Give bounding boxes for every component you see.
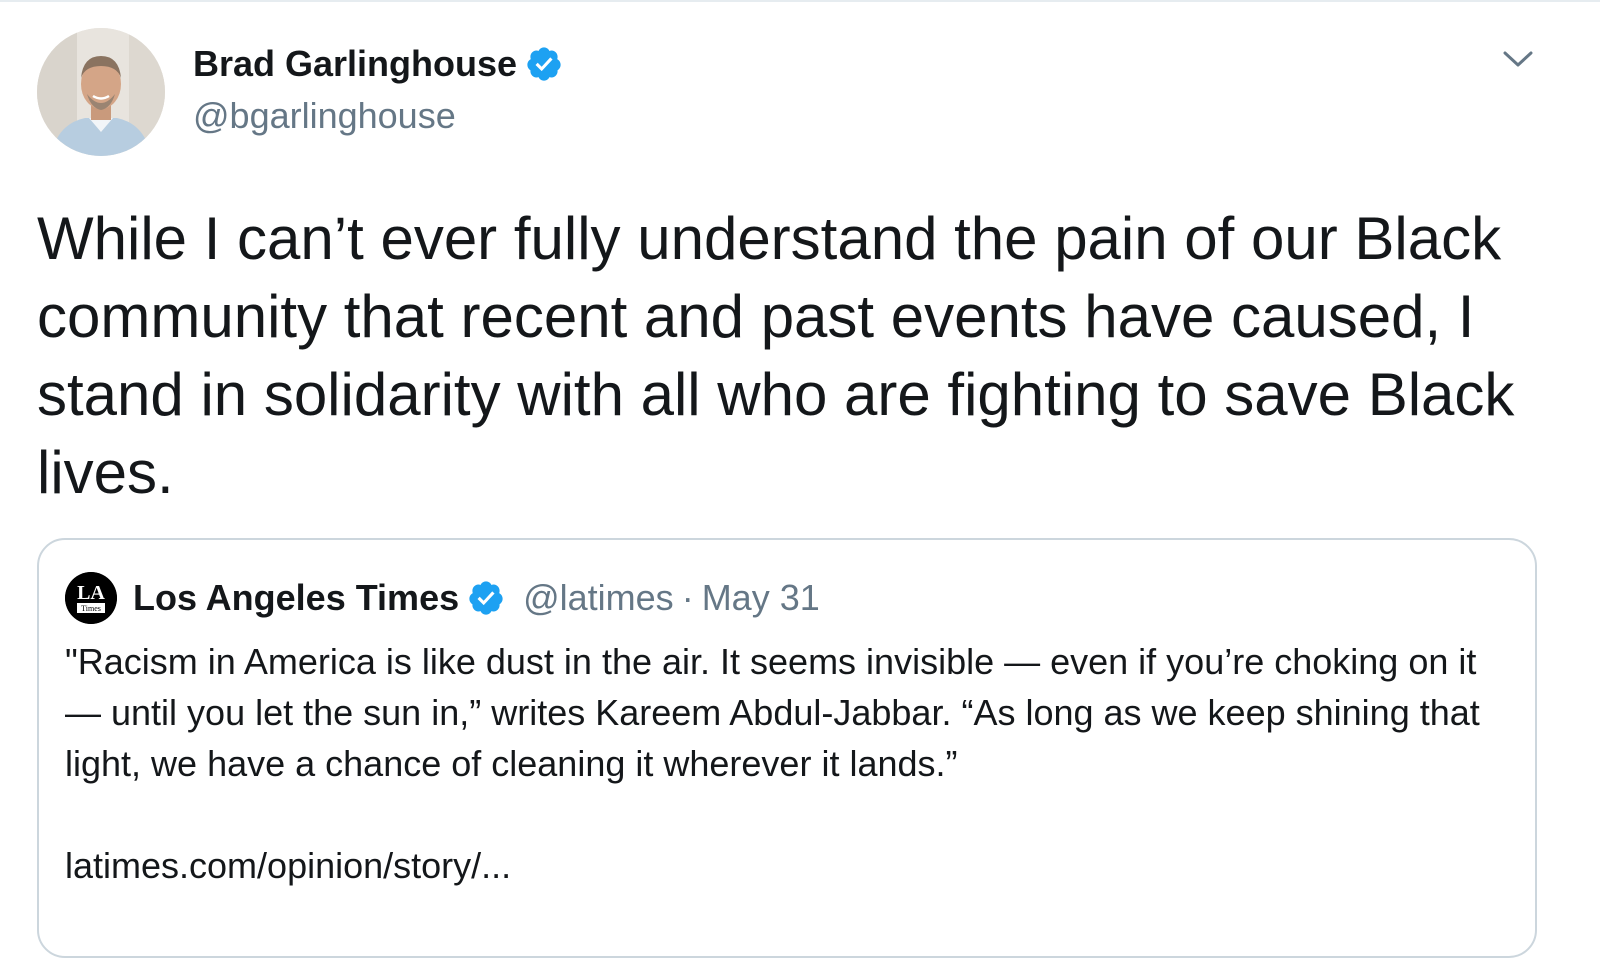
chevron-down-icon [1503, 51, 1533, 67]
tweet-menu-button[interactable] [1498, 44, 1538, 74]
author-handle[interactable]: @bgarlinghouse [193, 94, 456, 138]
verified-badge-icon [527, 47, 561, 81]
top-divider [0, 0, 1600, 2]
author-name-row[interactable]: Brad Garlinghouse [193, 42, 563, 86]
author-avatar[interactable] [37, 28, 165, 156]
author-name[interactable]: Brad Garlinghouse [193, 42, 517, 86]
header-separator: · [681, 577, 694, 618]
verified-badge-icon [469, 581, 503, 615]
quoted-author-handle[interactable]: @latimes [523, 577, 674, 619]
svg-text:LA: LA [77, 582, 105, 604]
quoted-author-avatar[interactable]: LA Times [65, 572, 117, 624]
quoted-tweet-card[interactable]: LA Times Los Angeles Times @latimes · Ma… [37, 538, 1537, 958]
svg-text:Times: Times [81, 604, 101, 613]
avatar-photo [37, 28, 165, 156]
quoted-tweet-header: LA Times Los Angeles Times @latimes · Ma… [65, 572, 820, 624]
quoted-tweet-date[interactable]: May 31 [702, 577, 820, 619]
la-times-logo-icon: LA Times [65, 572, 117, 624]
quoted-tweet-text: "Racism in America is like dust in the a… [65, 641, 1480, 784]
quoted-author-name[interactable]: Los Angeles Times [133, 577, 459, 619]
tweet-text: While I can’t ever fully understand the … [37, 205, 1515, 506]
quoted-tweet-link[interactable]: latimes.com/opinion/story/... [65, 840, 511, 891]
